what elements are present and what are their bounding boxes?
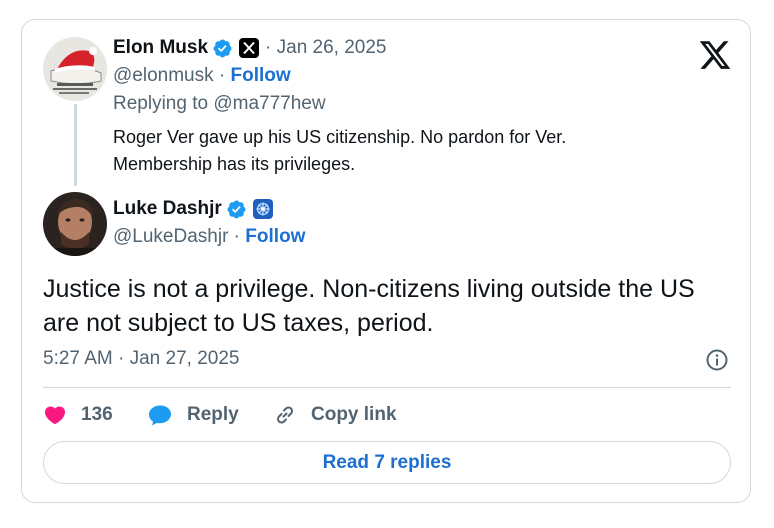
main-tweet-text: Justice is not a privilege. Non-citizens… xyxy=(43,272,743,340)
avatar-elon-musk[interactable] xyxy=(43,37,107,101)
thread-connector-line xyxy=(74,104,77,186)
read-replies-button[interactable]: Read 7 replies xyxy=(43,441,731,484)
follow-button[interactable]: Follow xyxy=(245,226,305,247)
main-handle-row: @LukeDashjr · Follow xyxy=(113,226,305,248)
copy-link-label: Copy link xyxy=(311,404,397,425)
parent-handle-row: @elonmusk · Follow xyxy=(113,65,291,87)
link-icon xyxy=(276,406,294,424)
verified-badge-icon xyxy=(213,39,232,57)
tweet-text-line: Justice is not a privilege. Non-citizens… xyxy=(43,275,695,303)
parent-tweet-header: Elon Musk · Jan 26, 2025 xyxy=(113,37,387,59)
tweet-text-line: are not subject to US taxes, period. xyxy=(43,309,434,337)
avatar-image xyxy=(43,37,107,101)
tweet-date[interactable]: · Jan 26, 2025 xyxy=(265,37,386,59)
replying-to-prefix: Replying to xyxy=(113,93,214,114)
reply-button[interactable]: Reply xyxy=(147,403,273,427)
replying-to-handle[interactable]: @ma777hew xyxy=(213,93,325,114)
heart-icon xyxy=(44,406,66,425)
author-handle[interactable]: @LukeDashjr xyxy=(113,226,228,247)
tweet-text-line: Roger Ver gave up his US citizenship. No… xyxy=(113,127,567,147)
avatar-image xyxy=(43,192,107,256)
author-name[interactable]: Luke Dashjr xyxy=(113,198,222,220)
like-button[interactable]: 136 xyxy=(43,403,147,427)
tweet-embed-card: Elon Musk · Jan 26, 2025 @elonmusk · Fol… xyxy=(21,19,751,503)
tweet-text-line: Membership has its privileges. xyxy=(113,154,356,174)
like-count: 136 xyxy=(81,404,113,425)
separator-dot: · xyxy=(228,226,246,247)
divider xyxy=(43,387,731,388)
copy-link-button[interactable]: Copy link xyxy=(273,403,397,427)
info-icon[interactable] xyxy=(705,348,729,372)
x-affiliate-badge-icon xyxy=(239,38,260,58)
x-logo-icon[interactable] xyxy=(698,38,732,72)
follow-button[interactable]: Follow xyxy=(231,65,291,86)
speech-bubble-icon xyxy=(149,405,171,426)
author-name[interactable]: Elon Musk xyxy=(113,37,208,59)
tweet-timestamp[interactable]: 5:27 AM · Jan 27, 2025 xyxy=(43,348,239,370)
separator-dot: · xyxy=(213,65,231,86)
verified-badge-icon xyxy=(227,200,246,218)
reply-label: Reply xyxy=(187,404,239,425)
replying-to-label: Replying to @ma777hew xyxy=(113,93,326,115)
avatar-luke-dashjr[interactable] xyxy=(43,192,107,256)
action-bar: 136 Reply Copy link xyxy=(43,400,397,430)
author-handle[interactable]: @elonmusk xyxy=(113,65,214,86)
main-tweet-header: Luke Dashjr xyxy=(113,198,273,220)
affiliate-badge-icon xyxy=(252,199,273,219)
parent-tweet-text: Roger Ver gave up his US citizenship. No… xyxy=(113,124,673,178)
